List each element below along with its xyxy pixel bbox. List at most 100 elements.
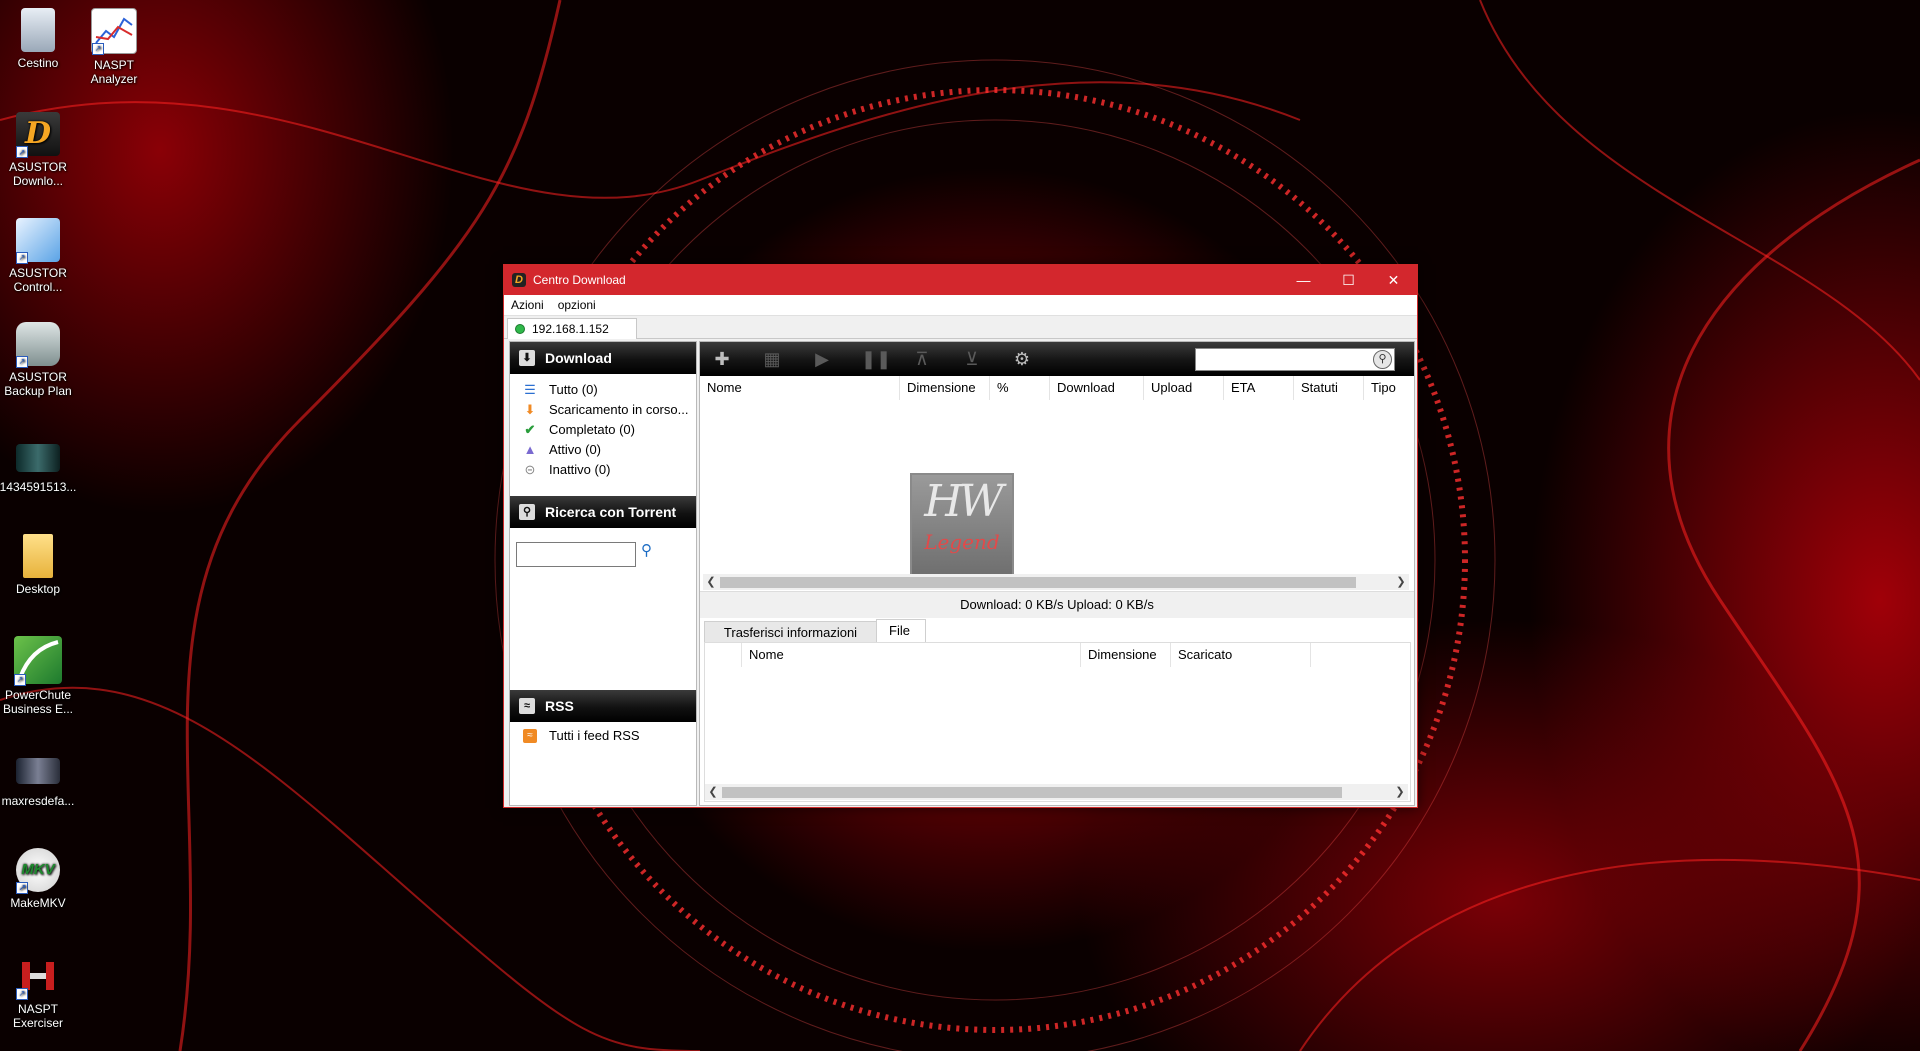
desktop-icon-recycle-bin[interactable]: Cestino <box>0 8 80 70</box>
desktop-icon-asustor-control[interactable]: ↗ ASUSTOR Control... <box>0 218 80 294</box>
trash-icon[interactable]: ▦ <box>761 349 783 369</box>
maximize-button[interactable]: ☐ <box>1326 265 1371 295</box>
scroll-left-icon[interactable]: ❮ <box>703 574 719 590</box>
host-tab-strip: 192.168.1.152 <box>504 316 1417 339</box>
left-panel: ⬇ Download ☰ Tutto (0) ⬇ Scaricamento in… <box>509 341 697 806</box>
checkmark-icon: ✔ <box>524 422 536 437</box>
shortcut-arrow-icon: ↗ <box>92 43 104 55</box>
rss-section-title: RSS <box>545 698 574 714</box>
column-tipo[interactable]: Tipo <box>1364 376 1414 400</box>
pause-icon[interactable]: ❚❚ <box>861 349 891 369</box>
move-bottom-icon[interactable]: ⊻ <box>961 349 983 369</box>
folder-icon <box>23 534 53 578</box>
search-icon[interactable]: ⚲ <box>1373 350 1392 369</box>
filter-completed[interactable]: ✔ Completato (0) <box>510 420 696 440</box>
desktop-icon-powerchute[interactable]: ↗ PowerChute Business E... <box>0 636 80 716</box>
filter-active-label: Attivo (0) <box>549 442 602 457</box>
file-column-scaricato[interactable]: Scaricato <box>1171 643 1311 667</box>
filter-downloading-label: Scaricamento in corso... <box>549 402 689 417</box>
tab-file[interactable]: File <box>876 619 926 643</box>
details-tabs: Trasferisci informazioni File <box>704 619 1404 643</box>
column-eta[interactable]: ETA <box>1224 376 1294 400</box>
tab-transfer-info[interactable]: Trasferisci informazioni <box>704 621 877 643</box>
scroll-right-icon[interactable]: ❯ <box>1393 574 1409 590</box>
shortcut-arrow-icon: ↗ <box>16 988 28 1000</box>
desktop-icon-naspt-exerciser[interactable]: ↗ NASPT Exerciser <box>0 954 80 1030</box>
desktop-icon-naspt-analyzer[interactable]: ↗ NASPT Analyzer <box>72 8 156 86</box>
desktop-icon-folder-desktop[interactable]: Desktop <box>0 534 80 596</box>
active-icon: ▲ <box>523 442 537 457</box>
filter-downloading[interactable]: ⬇ Scaricamento in corso... <box>510 400 696 420</box>
control-center-icon: ↗ <box>16 218 60 264</box>
download-icon: ⬇ <box>519 350 535 366</box>
file-table: Nome Dimensione Scaricato ❮ ❯ <box>704 642 1411 802</box>
column-dimensione[interactable]: Dimensione <box>900 376 990 400</box>
filter-inactive[interactable]: ⊝ Inattivo (0) <box>510 460 696 480</box>
rss-icon: ≈ <box>519 698 535 714</box>
main-panel: ✚ ▦ ▶ ❚❚ ⊼ ⊻ ⚙ ⚲ Nome Dimensione % Downl… <box>699 341 1415 806</box>
app-logo-icon: D <box>512 273 526 287</box>
desktop-icon-label: Cestino <box>17 56 59 70</box>
download-section-title: Download <box>545 350 612 366</box>
host-tab[interactable]: 192.168.1.152 <box>507 318 637 339</box>
title-bar[interactable]: D Centro Download — ☐ ✕ <box>504 265 1417 295</box>
desktop-icon-makemkv[interactable]: MKV ↗ MakeMKV <box>0 848 80 910</box>
inactive-icon: ⊝ <box>524 462 536 477</box>
column-nome[interactable]: Nome <box>700 376 900 400</box>
shortcut-arrow-icon: ↗ <box>16 146 28 158</box>
file-horizontal-scrollbar[interactable]: ❮ ❯ <box>705 784 1408 800</box>
desktop-icon-image-2[interactable]: maxresdefa... <box>0 758 80 808</box>
shortcut-arrow-icon: ↗ <box>16 356 28 368</box>
desktop-icon-label: ASUSTOR Backup Plan <box>4 370 72 398</box>
task-table-header: Nome Dimensione % Download Upload ETA St… <box>700 376 1414 401</box>
menu-opzioni[interactable]: opzioni <box>551 295 603 312</box>
column-statuti[interactable]: Statuti <box>1294 376 1364 400</box>
file-column-nome[interactable]: Nome <box>742 643 1081 667</box>
column-upload[interactable]: Upload <box>1144 376 1224 400</box>
desktop-icon-asustor-backup[interactable]: ↗ ASUSTOR Backup Plan <box>0 322 80 398</box>
task-search-input[interactable] <box>1196 349 1370 368</box>
scroll-thumb[interactable] <box>722 787 1342 798</box>
desktop-icon-label: maxresdefa... <box>1 794 75 808</box>
rss-feed-icon: ≈ <box>523 729 537 743</box>
scroll-thumb[interactable] <box>720 577 1356 588</box>
desktop-icon-asustor-download[interactable]: D ↗ ASUSTOR Downlo... <box>0 112 80 188</box>
watermark-bottom: Legend <box>924 530 1000 554</box>
list-icon: ☰ <box>524 382 536 397</box>
close-button[interactable]: ✕ <box>1371 265 1416 295</box>
column-percent[interactable]: % <box>990 376 1050 400</box>
rss-all-feeds[interactable]: ≈ Tutti i feed RSS <box>510 726 640 746</box>
backup-icon: ↗ <box>16 322 60 368</box>
filter-completed-label: Completato (0) <box>549 422 635 437</box>
filter-active[interactable]: ▲ Attivo (0) <box>510 440 696 460</box>
scroll-right-icon[interactable]: ❯ <box>1392 784 1408 800</box>
desktop-icon-label: PowerChute Business E... <box>2 688 74 716</box>
torrent-search-button[interactable]: ⚲ <box>641 541 652 559</box>
gear-icon[interactable]: ⚙ <box>1011 349 1033 369</box>
makemkv-icon: MKV ↗ <box>16 848 60 894</box>
move-top-icon[interactable]: ⊼ <box>911 349 933 369</box>
filter-inactive-label: Inattivo (0) <box>549 462 611 477</box>
desktop-icon-image-1[interactable]: 1434591513... <box>0 444 80 494</box>
column-download[interactable]: Download <box>1050 376 1144 400</box>
task-horizontal-scrollbar[interactable]: ❮ ❯ <box>703 574 1409 590</box>
shortcut-arrow-icon: ↗ <box>16 882 28 894</box>
recycle-bin-icon <box>21 8 55 52</box>
file-column-dimensione[interactable]: Dimensione <box>1081 643 1171 667</box>
shortcut-arrow-icon: ↗ <box>14 674 26 686</box>
transfer-status: Download: 0 KB/s Upload: 0 KB/s <box>700 591 1414 618</box>
minimize-button[interactable]: — <box>1281 265 1326 295</box>
add-icon[interactable]: ✚ <box>711 349 733 369</box>
task-search-field[interactable]: ⚲ <box>1195 348 1395 371</box>
play-icon[interactable]: ▶ <box>811 349 833 369</box>
menu-azioni[interactable]: Azioni <box>504 295 551 312</box>
scroll-left-icon[interactable]: ❮ <box>705 784 721 800</box>
chart-icon: ↗ <box>91 8 137 55</box>
desktop-icon-label: ASUSTOR Downlo... <box>9 160 67 188</box>
dumbbell-icon: ↗ <box>16 954 60 1000</box>
filter-all-label: Tutto (0) <box>549 382 598 397</box>
download-center-window: D Centro Download — ☐ ✕ Azioni opzioni 19… <box>503 264 1418 808</box>
torrent-search-header: ⚲ Ricerca con Torrent <box>510 496 696 528</box>
filter-all[interactable]: ☰ Tutto (0) <box>510 380 696 400</box>
torrent-search-input[interactable] <box>516 542 636 567</box>
